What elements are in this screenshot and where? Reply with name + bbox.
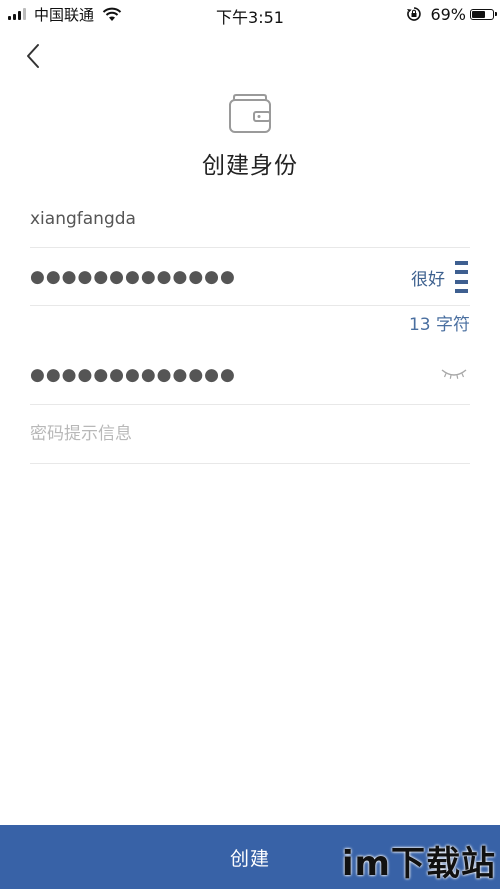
status-bar: 中国联通 下午3:51 69%: [0, 0, 500, 28]
create-button[interactable]: 创建: [0, 825, 500, 889]
strength-bars-icon: [455, 261, 468, 293]
chevron-left-icon: [27, 44, 39, 68]
strength-label: 很好: [411, 269, 445, 290]
password-hint-input[interactable]: [30, 405, 470, 463]
password-row: ●●●●●●●●●●●●● 很好: [30, 248, 470, 306]
create-button-label: 创建: [229, 847, 270, 870]
eye-closed-icon[interactable]: [440, 364, 468, 384]
repeat-password-field[interactable]: ●●●●●●●●●●●●●: [30, 346, 410, 404]
password-strength: 很好: [411, 260, 468, 294]
status-right: 69%: [406, 4, 497, 24]
repeat-password-row: ●●●●●●●●●●●●●: [30, 346, 470, 405]
password-field[interactable]: ●●●●●●●●●●●●●: [30, 248, 410, 305]
battery-fill: [472, 10, 486, 18]
rotation-lock-icon: [406, 6, 430, 22]
wallet-icon: [228, 94, 272, 134]
page-title: 创建身份: [202, 153, 298, 179]
char-count: 13 字符: [408, 315, 470, 335]
back-button[interactable]: [18, 38, 50, 74]
battery-percent: 69%: [430, 4, 466, 24]
identity-name-row: xiangfangda: [30, 190, 470, 248]
password-hint-row: [30, 405, 470, 464]
battery-icon: [470, 8, 497, 20]
identity-name-field[interactable]: xiangfangda: [30, 190, 410, 247]
